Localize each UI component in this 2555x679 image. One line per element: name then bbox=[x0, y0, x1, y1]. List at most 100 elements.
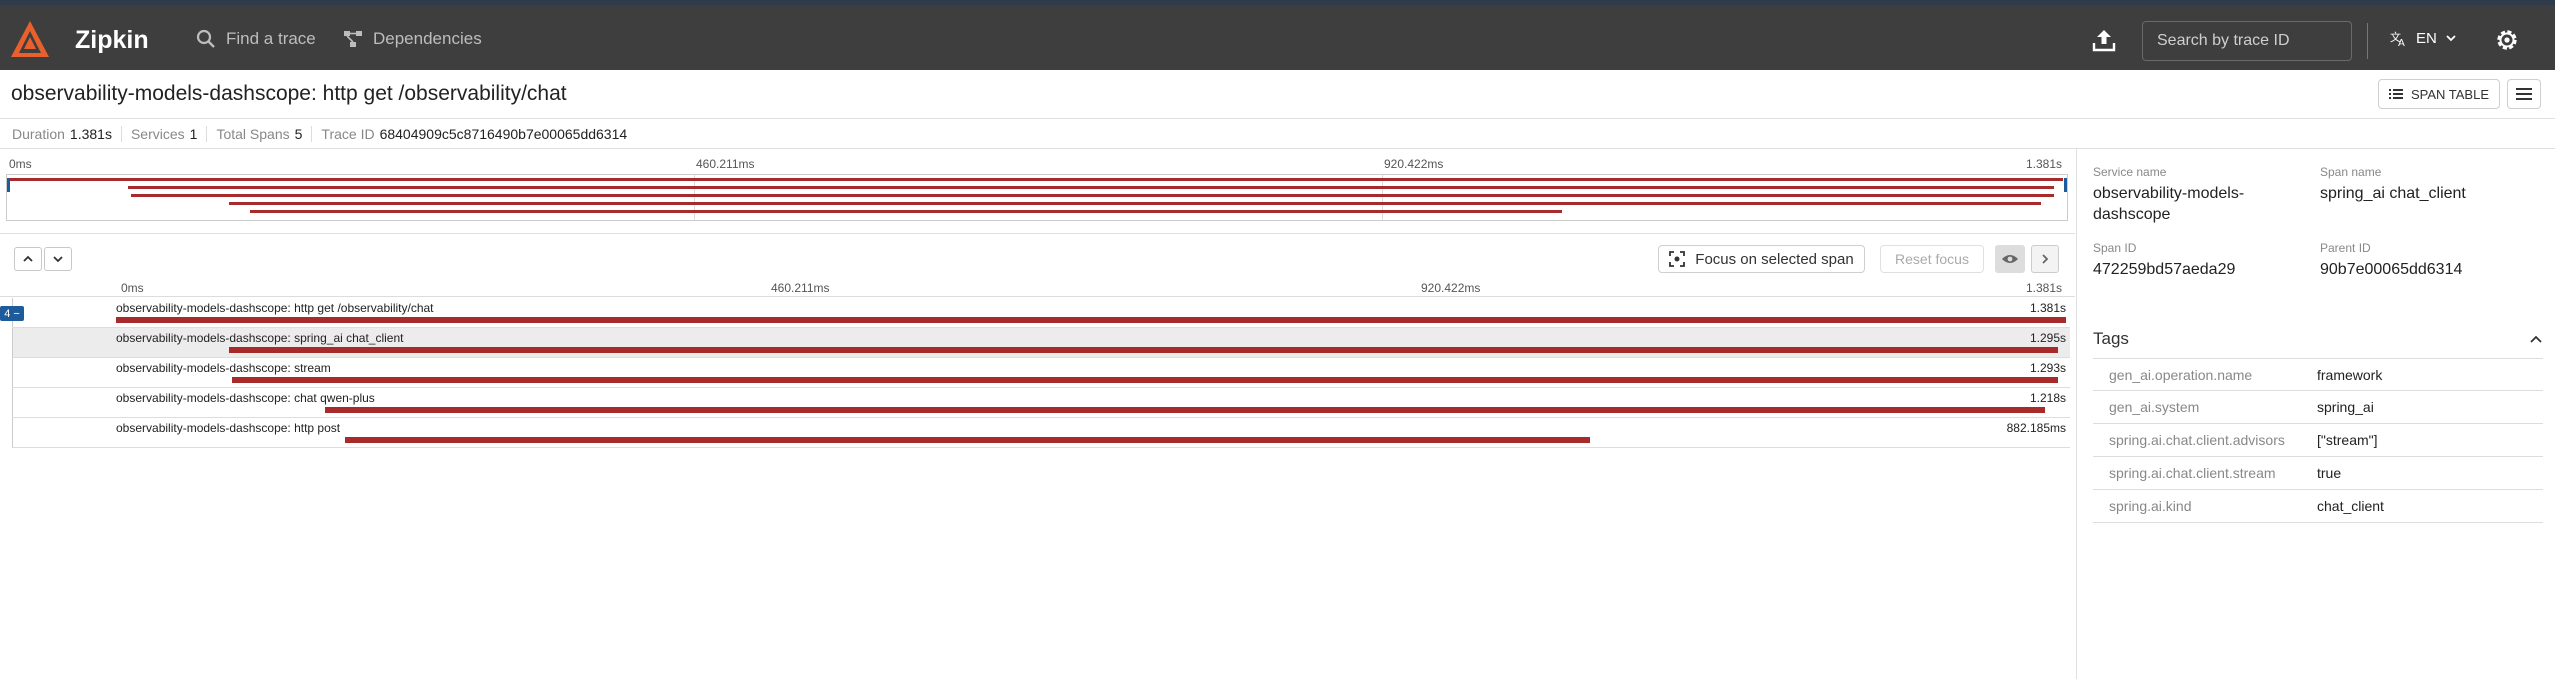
tag-key: spring.ai.chat.client.stream bbox=[2109, 465, 2276, 481]
span-id-field: Span ID 472259bd57aeda29 bbox=[2093, 241, 2303, 280]
tag-key: spring.ai.kind bbox=[2109, 498, 2192, 514]
chevron-down-icon bbox=[53, 256, 63, 263]
timeline-controls: Focus on selected span Reset focus bbox=[0, 233, 2075, 279]
expand-up-button[interactable] bbox=[14, 247, 42, 271]
reset-focus-button[interactable]: Reset focus bbox=[1880, 245, 1984, 273]
zipkin-logo-icon[interactable] bbox=[9, 19, 51, 61]
summary-value: 68404909c5c8716490b7e00065dd6314 bbox=[379, 125, 628, 142]
nav-find-trace[interactable]: Find a trace bbox=[196, 29, 316, 49]
field-value: 90b7e00065dd6314 bbox=[2320, 261, 2463, 278]
dependencies-icon bbox=[344, 31, 362, 47]
svg-text:A: A bbox=[2398, 38, 2405, 47]
span-label: observability-models-dashscope: http pos… bbox=[116, 421, 341, 435]
timeline-ticks: 0ms 460.211ms 920.422ms 1.381s bbox=[0, 279, 2075, 297]
hamburger-menu-icon bbox=[2516, 88, 2532, 100]
tags-header[interactable]: Tags bbox=[2093, 321, 2543, 357]
minimap-span-bar bbox=[249, 210, 1563, 213]
tag-key: gen_ai.system bbox=[2109, 399, 2200, 415]
focus-label: Focus on selected span bbox=[1695, 250, 1854, 268]
nav-find-trace-label: Find a trace bbox=[226, 29, 316, 48]
tag-row: spring.ai.chat.client.stream true bbox=[2093, 457, 2543, 490]
summary-key: Total Spans bbox=[216, 125, 290, 142]
center-focus-icon bbox=[1669, 251, 1686, 267]
service-name-field: Service name observability-models-dashsc… bbox=[2093, 165, 2303, 225]
trace-summary: Duration 1.381s Services 1 Total Spans 5… bbox=[0, 119, 2555, 149]
minimap-gridline bbox=[1382, 175, 1383, 220]
trace-minimap[interactable] bbox=[6, 174, 2068, 221]
field-label: Span name bbox=[2320, 165, 2382, 179]
tag-key: spring.ai.chat.client.advisors bbox=[2109, 432, 2285, 448]
tag-value: spring_ai bbox=[2317, 399, 2374, 415]
tags-title: Tags bbox=[2093, 329, 2129, 348]
span-tree-line bbox=[12, 418, 13, 447]
tag-value: true bbox=[2317, 465, 2342, 481]
tag-row: gen_ai.system spring_ai bbox=[2093, 391, 2543, 424]
timeline-tick: 460.211ms bbox=[771, 281, 830, 295]
timeline-pane: 0ms 460.211ms 920.422ms 1.381s Focus on … bbox=[0, 149, 2075, 679]
focus-selected-span-button[interactable]: Focus on selected span bbox=[1658, 245, 1865, 273]
nav-dependencies-label: Dependencies bbox=[373, 29, 482, 48]
upload-icon[interactable] bbox=[2091, 27, 2117, 53]
nav-dependencies[interactable]: Dependencies bbox=[343, 29, 482, 49]
span-duration: 1.381s bbox=[2029, 301, 2066, 315]
minimap-span-bar bbox=[9, 178, 2063, 181]
chevron-down-icon bbox=[2446, 35, 2456, 42]
summary-value: 1 bbox=[189, 125, 198, 142]
span-table-label: SPAN TABLE bbox=[2410, 86, 2490, 102]
summary-key: Services bbox=[130, 125, 185, 142]
chevron-up-icon bbox=[23, 255, 33, 262]
span-tree-line bbox=[12, 358, 13, 387]
span-detail-pane: Service name observability-models-dashsc… bbox=[2076, 149, 2555, 679]
span-bar bbox=[324, 407, 2045, 413]
header-divider bbox=[2367, 23, 2368, 59]
field-label: Span ID bbox=[2093, 241, 2137, 255]
open-detail-button[interactable] bbox=[2031, 245, 2059, 273]
brand-name[interactable]: Zipkin bbox=[75, 26, 149, 55]
tag-key: gen_ai.operation.name bbox=[2109, 366, 2253, 383]
summary-duration: Duration 1.381s bbox=[12, 125, 122, 142]
menu-button[interactable] bbox=[2507, 79, 2541, 109]
tag-value: ["stream"] bbox=[2317, 432, 2378, 448]
span-row[interactable]: observability-models-dashscope: chat qwe… bbox=[12, 388, 2070, 418]
minimap-span-bar bbox=[127, 186, 2055, 189]
summary-trace-id: Trace ID 68404909c5c8716490b7e00065dd631… bbox=[321, 126, 636, 142]
translate-icon: 文 A bbox=[2390, 30, 2405, 47]
collapse-children-badge[interactable]: 4 − bbox=[0, 306, 24, 321]
expand-down-button[interactable] bbox=[44, 247, 72, 271]
field-value: observability-models-dashscope bbox=[2093, 185, 2245, 223]
span-row[interactable]: observability-models-dashscope: stream 1.… bbox=[12, 358, 2070, 388]
span-table-button[interactable]: SPAN TABLE bbox=[2378, 79, 2500, 109]
trace-id-search-input[interactable]: Search by trace ID bbox=[2142, 21, 2352, 61]
span-duration: 1.293s bbox=[2029, 361, 2066, 375]
span-row[interactable]: observability-models-dashscope: http pos… bbox=[12, 418, 2070, 448]
tag-row: spring.ai.kind chat_client bbox=[2093, 490, 2543, 523]
minimap-tick: 460.211ms bbox=[696, 157, 755, 171]
toggle-visibility-button[interactable] bbox=[1995, 245, 2025, 273]
span-row[interactable]: observability-models-dashscope: spring_a… bbox=[12, 328, 2070, 358]
language-selector[interactable]: 文 A EN bbox=[2390, 29, 2457, 47]
summary-services: Services 1 bbox=[130, 125, 208, 142]
summary-key: Trace ID bbox=[321, 125, 375, 142]
timeline-tick: 1.381s bbox=[2026, 281, 2063, 295]
minimap-tick: 0ms bbox=[9, 157, 32, 171]
span-duration: 1.295s bbox=[2029, 331, 2066, 345]
timeline-tick: 920.422ms bbox=[1421, 281, 1481, 295]
language-label: EN bbox=[2416, 29, 2437, 47]
span-duration: 882.185ms bbox=[2006, 421, 2066, 435]
summary-key: Duration bbox=[12, 125, 65, 142]
minimap-tick: 920.422ms bbox=[1384, 157, 1444, 171]
span-bar bbox=[228, 347, 2058, 353]
top-header: Zipkin Find a trace Dependencies Search … bbox=[0, 0, 2555, 70]
span-bar bbox=[231, 377, 2058, 383]
span-label: observability-models-dashscope: spring_a… bbox=[116, 331, 404, 345]
summary-value: 1.381s bbox=[69, 125, 112, 142]
summary-value: 5 bbox=[294, 125, 303, 142]
minimap-right-handle[interactable] bbox=[2064, 178, 2067, 192]
span-row[interactable]: 4 − observability-models-dashscope: http … bbox=[0, 298, 2070, 328]
list-icon bbox=[2388, 89, 2403, 99]
search-icon bbox=[196, 29, 215, 48]
minimap-gridline bbox=[694, 175, 695, 220]
settings-gear-icon[interactable] bbox=[2494, 27, 2520, 53]
field-value: 472259bd57aeda29 bbox=[2093, 261, 2236, 278]
field-value: spring_ai chat_client bbox=[2320, 185, 2466, 202]
